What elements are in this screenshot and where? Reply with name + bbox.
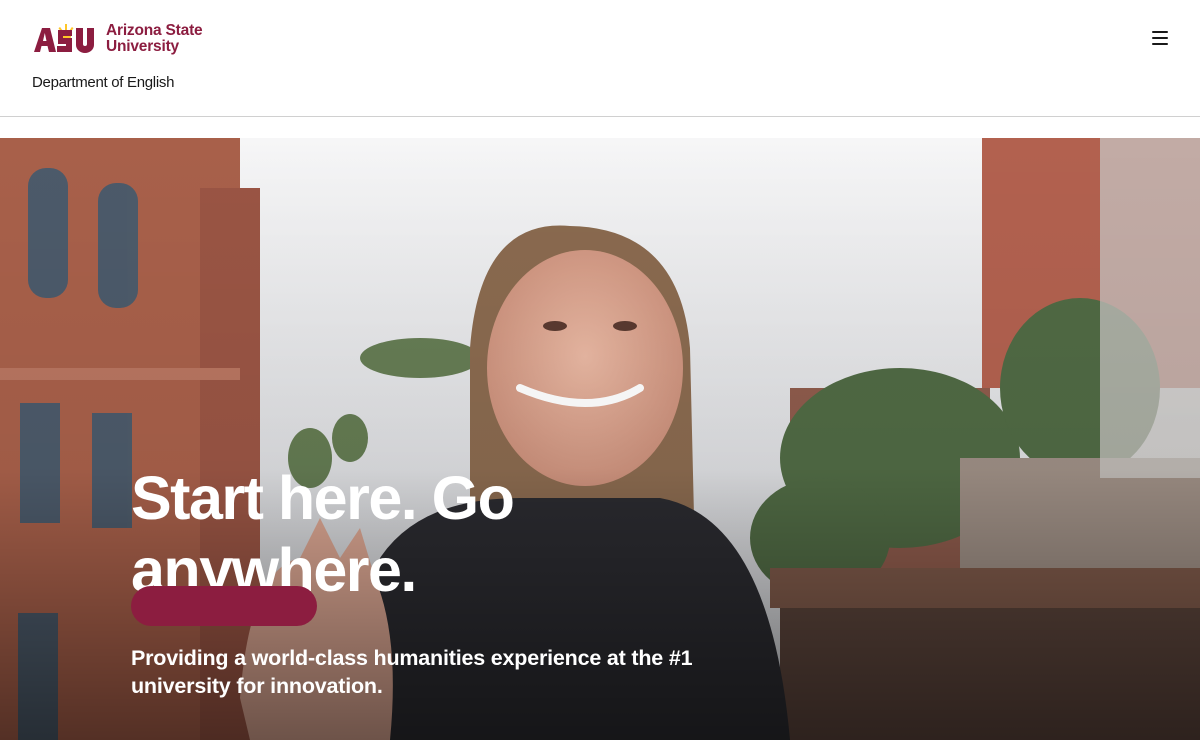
hamburger-menu-icon[interactable] bbox=[1150, 28, 1172, 48]
university-wordmark: Arizona State University bbox=[106, 22, 203, 55]
department-title-link[interactable]: Department of English bbox=[32, 74, 174, 91]
hero-banner: Start here. Go anywhere. Providing a wor… bbox=[0, 138, 1200, 740]
wordmark-line-2: University bbox=[106, 38, 179, 55]
asu-logo[interactable]: Arizona State University bbox=[32, 22, 203, 56]
hero-text: Start here. Go anywhere. Providing a wor… bbox=[131, 462, 831, 700]
hero-subheading: Providing a world-class humanities exper… bbox=[131, 646, 693, 698]
hero-heading: Start here. Go anywhere. bbox=[131, 464, 515, 604]
site-header: Arizona State University Department of E… bbox=[0, 0, 1200, 117]
hero-cta-button[interactable] bbox=[131, 586, 317, 626]
asu-logo-mark bbox=[34, 24, 94, 53]
wordmark-line-1: Arizona State bbox=[106, 22, 203, 39]
